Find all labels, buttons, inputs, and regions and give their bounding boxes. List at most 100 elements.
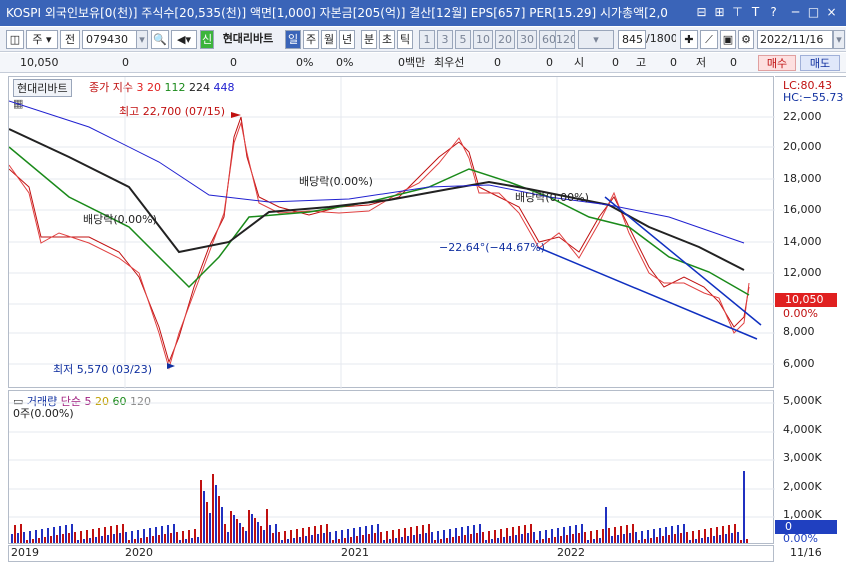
num-button[interactable]: 20 <box>495 30 515 49</box>
volume-bar <box>218 496 220 543</box>
buy-button[interactable]: 매수 <box>758 55 796 71</box>
price-chart[interactable]: 현대리바트 종가 지수 3 20 112 224 448 ▦ 최고 22,700… <box>8 76 775 389</box>
volume-plot[interactable] <box>9 391 775 545</box>
volume-bar <box>641 531 643 543</box>
volume-bar <box>335 531 337 543</box>
year-label: 2021 <box>341 546 369 559</box>
volume-chart[interactable]: ▭ 거래량 단순 5 20 60 120 0주(0.00%) <box>8 390 775 545</box>
interval-day[interactable]: 일 <box>285 30 301 49</box>
quote-bar: 10,050 0 0 0% 0% 0백만 최우선 0 0 시 0 고 0 저 0… <box>0 53 846 73</box>
volume-bar <box>302 528 304 543</box>
quote-percent: 0% <box>336 56 354 69</box>
num-button[interactable]: 30 <box>517 30 537 49</box>
volume-bar <box>635 532 637 543</box>
volume-bar <box>494 530 496 543</box>
volume-bar <box>161 526 163 543</box>
volume-bar <box>464 535 466 543</box>
count-input[interactable]: 845 <box>618 30 646 49</box>
date-input[interactable]: 2022/11/16 <box>757 30 833 49</box>
num-button[interactable]: 1 <box>419 30 435 49</box>
price-plot[interactable] <box>9 77 775 389</box>
volume-bar <box>491 539 493 543</box>
custom-num-select[interactable]: ▾ <box>578 30 614 49</box>
volume-bar <box>686 532 688 543</box>
sin-badge[interactable]: 신 <box>200 30 214 49</box>
volume-tick: 2,000K <box>783 480 822 493</box>
minimize-icon[interactable]: ─ <box>788 5 803 20</box>
volume-bar <box>320 525 322 543</box>
settings-icon[interactable]: ⚙ <box>738 30 754 49</box>
search-icon[interactable]: 🔍 <box>151 30 169 49</box>
hc-label: HC:−55.73 <box>783 91 844 104</box>
interval-tick[interactable]: 틱 <box>397 30 413 49</box>
volume-bar <box>677 525 679 543</box>
period-button[interactable]: 전 <box>60 30 80 49</box>
open-value: 0 <box>612 56 619 69</box>
sell-button[interactable]: 매도 <box>800 55 840 71</box>
volume-bar <box>404 528 406 543</box>
font-icon[interactable]: T <box>748 5 763 20</box>
grid-icon[interactable]: ⊞ <box>712 5 727 20</box>
maximize-icon[interactable]: □ <box>806 5 821 20</box>
volume-bar <box>317 534 319 543</box>
interval-second[interactable]: 초 <box>379 30 395 49</box>
close-icon[interactable]: × <box>824 5 839 20</box>
layout-icon[interactable]: ◫ <box>6 30 24 49</box>
volume-bar <box>431 532 433 543</box>
volume-bar <box>101 536 103 543</box>
line-tool-icon[interactable]: ⟋ <box>700 30 718 49</box>
volume-bar <box>530 524 532 543</box>
volume-bar <box>506 528 508 543</box>
volume-bar <box>647 530 649 543</box>
volume-bar <box>596 530 598 543</box>
high-label: 고 <box>636 56 647 69</box>
num-button[interactable]: 3 <box>437 30 453 49</box>
num-button[interactable]: 5 <box>455 30 471 49</box>
volume-bar <box>698 530 700 543</box>
volume-bar <box>305 536 307 543</box>
help-icon[interactable]: ? <box>766 5 781 20</box>
volume-bar <box>518 526 520 543</box>
volume-bar <box>695 539 697 543</box>
volume-bar <box>521 534 523 543</box>
volume-bar <box>137 530 139 543</box>
indicator-icon[interactable]: ✚ <box>680 30 698 49</box>
open-label: 시 <box>574 56 585 69</box>
trade-value: 0백만 <box>398 56 426 69</box>
volume-bar <box>557 528 559 543</box>
volume-bar <box>287 539 289 543</box>
volume-bar <box>230 511 232 543</box>
volume-bar <box>731 533 733 543</box>
num-button[interactable]: 10 <box>473 30 493 49</box>
volume-bar <box>509 536 511 543</box>
volume-bar <box>332 540 334 543</box>
volume-bar <box>455 528 457 543</box>
volume-bar <box>467 526 469 543</box>
code-dropdown-icon[interactable]: ▾ <box>136 30 148 49</box>
save-icon[interactable]: ▣ <box>720 30 736 49</box>
sound-icon[interactable]: ◀▾ <box>171 30 197 49</box>
interval-year[interactable]: 년 <box>339 30 355 49</box>
num-button[interactable]: 120 <box>555 30 575 49</box>
interval-minute[interactable]: 분 <box>361 30 377 49</box>
volume-bar <box>527 533 529 543</box>
volume-bar <box>143 529 145 543</box>
mode-select[interactable]: 주 ▾ <box>26 30 58 49</box>
volume-bar <box>125 532 127 543</box>
volume-bar <box>410 527 412 543</box>
restore-icon[interactable]: ⊟ <box>694 5 709 20</box>
volume-bar <box>20 524 22 543</box>
pin-icon[interactable]: ⊤ <box>730 5 745 20</box>
volume-bar <box>590 531 592 543</box>
volume-bar <box>185 539 187 543</box>
date-picker-icon[interactable]: ▾ <box>833 30 845 49</box>
volume-bar <box>389 539 391 543</box>
volume-bar <box>341 530 343 543</box>
volume-bar <box>536 540 538 543</box>
volume-bar <box>608 528 610 543</box>
interval-week[interactable]: 주 <box>303 30 319 49</box>
volume-bar <box>632 524 634 543</box>
volume-bar <box>194 529 196 543</box>
interval-month[interactable]: 월 <box>321 30 337 49</box>
volume-bar <box>284 531 286 543</box>
